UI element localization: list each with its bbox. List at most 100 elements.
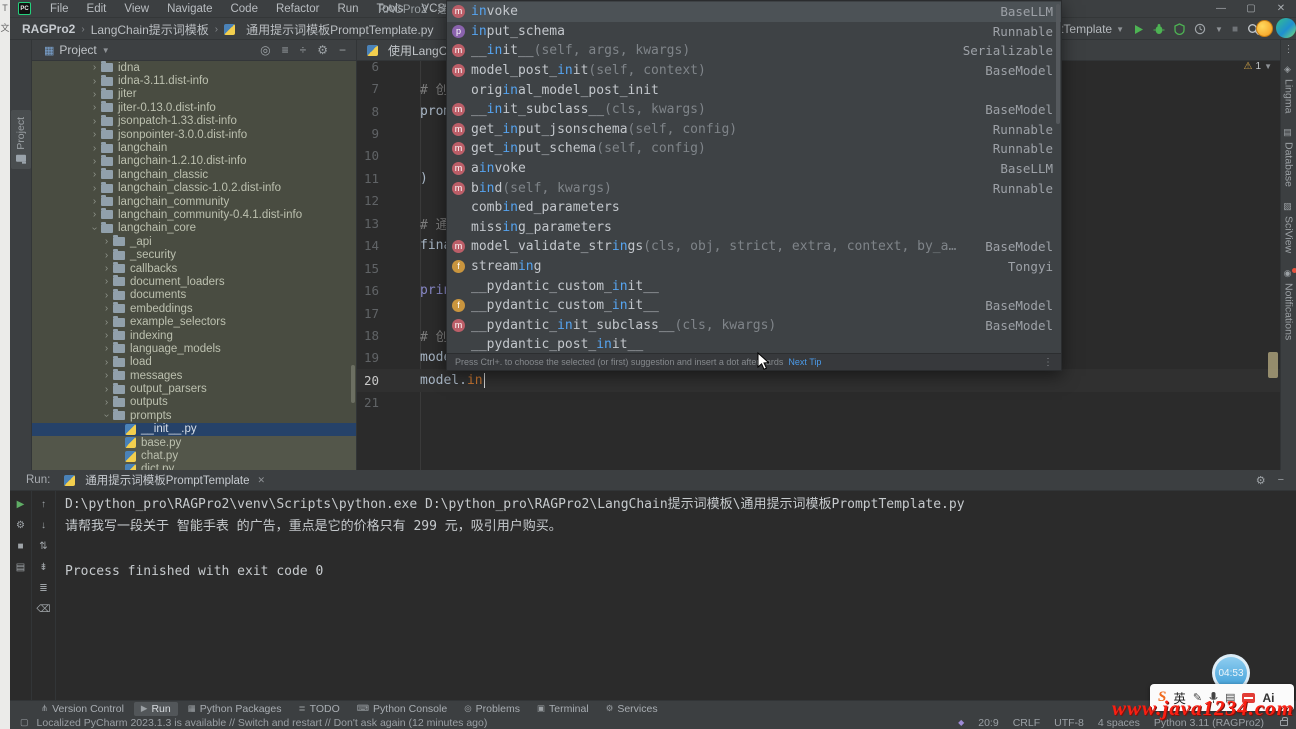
menu-refactor[interactable]: Refactor [267, 3, 328, 15]
maximize-button[interactable]: ▢ [1236, 0, 1266, 18]
tree-item-prompts[interactable]: ›prompts [32, 409, 356, 422]
tree-item-langchain_community-0.4.1.dist-info[interactable]: ›langchain_community-0.4.1.dist-info [32, 208, 356, 221]
toolwindow-button-version-control[interactable]: ⋔Version Control [34, 702, 131, 716]
tree-item-load[interactable]: ›load [32, 356, 356, 369]
settings-icon[interactable]: ⚙ [317, 40, 328, 61]
completion-item-ainvoke[interactable]: mainvokeBaseLLM [447, 159, 1061, 179]
up-stack-trace-icon[interactable]: ↑ [41, 499, 46, 510]
status-message[interactable]: Localized PyCharm 2023.1.3 is available … [37, 717, 488, 729]
tree-chevron-icon[interactable]: › [89, 222, 100, 235]
next-tip-link[interactable]: Next Tip [788, 357, 821, 367]
toolwindow-button-problems[interactable]: ◎Problems [457, 702, 527, 716]
rerun-icon[interactable]: ▶ [17, 499, 25, 510]
tree-item-indexing[interactable]: ›indexing [32, 329, 356, 342]
hide-panel-icon[interactable]: − [1278, 474, 1284, 487]
more-options-icon[interactable]: ⋮ [1043, 357, 1053, 368]
tree-item-langchain_community[interactable]: ›langchain_community [32, 195, 356, 208]
locate-file-icon[interactable]: ◎ [260, 40, 270, 61]
tree-chevron-icon[interactable]: › [88, 143, 101, 154]
completion-item-missing_parameters[interactable]: missing_parameters [447, 218, 1061, 238]
line-separator[interactable]: CRLF [1013, 717, 1040, 729]
tree-chevron-icon[interactable]: › [88, 196, 101, 207]
tree-chevron-icon[interactable]: › [88, 116, 101, 127]
tree-chevron-icon[interactable]: › [100, 370, 113, 381]
tree-item-jiter-0.13.0.dist-info[interactable]: ›jiter-0.13.0.dist-info [32, 101, 356, 114]
tree-item-_security[interactable]: ›_security [32, 248, 356, 261]
tree-item-documents[interactable]: ›documents [32, 289, 356, 302]
run-button[interactable] [1133, 24, 1144, 35]
menu-run[interactable]: Run [328, 3, 367, 15]
completion-item-get_input_schema[interactable]: mget_input_schema(self, config)Runnable [447, 139, 1061, 159]
stripe-tab-project[interactable]: Project [11, 110, 31, 169]
dump-threads-icon[interactable]: ▤ [16, 562, 25, 573]
tree-chevron-icon[interactable]: › [88, 156, 101, 167]
print-icon[interactable]: ≣ [39, 583, 47, 594]
completion-item-__pydantic_init_subclass__[interactable]: m__pydantic_init_subclass__(cls, kwargs)… [447, 316, 1061, 336]
run-console-output[interactable]: D:\python_pro\RAGPro2\venv\Scripts\pytho… [65, 494, 1280, 698]
popup-scrollbar[interactable] [1056, 4, 1060, 124]
tree-chevron-icon[interactable]: › [88, 169, 101, 180]
tree-item-outputs[interactable]: ›outputs [32, 396, 356, 409]
floating-app-icon-teal[interactable] [1276, 18, 1296, 38]
tree-item-callbacks[interactable]: ›callbacks [32, 262, 356, 275]
breadcrumb-item[interactable]: 通用提示词模板PromptTemplate.py [246, 21, 433, 38]
tree-item-document_loaders[interactable]: ›document_loaders [32, 275, 356, 288]
tree-item-jsonpointer-3.0.0.dist-info[interactable]: ›jsonpointer-3.0.0.dist-info [32, 128, 356, 141]
breadcrumb-item[interactable]: LangChain提示词模板 [91, 21, 209, 38]
menu-code[interactable]: Code [221, 3, 267, 15]
scroll-to-end-icon[interactable]: ⇟ [39, 562, 47, 573]
tree-item-language_models[interactable]: ›language_models [32, 342, 356, 355]
completion-item-input_schema[interactable]: pinput_schemaRunnable [447, 22, 1061, 42]
toolwindow-button-terminal[interactable]: ▣Terminal [530, 702, 596, 716]
menu-view[interactable]: View [115, 3, 158, 15]
tree-item-messages[interactable]: ›messages [32, 369, 356, 382]
editor-line-21[interactable]: 21 [357, 392, 1280, 414]
close-button[interactable]: ✕ [1266, 0, 1296, 18]
minimize-button[interactable]: — [1206, 0, 1236, 18]
chevron-down-icon[interactable]: ▼ [102, 46, 110, 55]
tree-chevron-icon[interactable]: › [88, 183, 101, 194]
edit-configuration-icon[interactable]: ⚙ [16, 520, 25, 531]
completion-item-combined_parameters[interactable]: combined_parameters [447, 198, 1061, 218]
tree-item-__init__.py[interactable]: __init__.py [32, 423, 356, 436]
completion-item-original_model_post_init[interactable]: original_model_post_init [447, 80, 1061, 100]
tree-scrollbar[interactable] [351, 365, 355, 403]
tree-chevron-icon[interactable]: › [88, 76, 101, 87]
toolwindow-button-services[interactable]: ⚙Services [599, 702, 665, 716]
tree-chevron-icon[interactable]: › [88, 209, 101, 220]
toolwindow-button-python-packages[interactable]: ▦Python Packages [181, 702, 289, 716]
tree-chevron-icon[interactable]: › [100, 317, 113, 328]
menu-file[interactable]: File [41, 3, 78, 15]
tree-item-langchain_classic-1.0.2.dist-info[interactable]: ›langchain_classic-1.0.2.dist-info [32, 182, 356, 195]
completion-item-__init__[interactable]: m__init__(self, args, kwargs)Serializabl… [447, 41, 1061, 61]
completion-item-streaming[interactable]: fstreamingTongyi [447, 257, 1061, 277]
tree-chevron-icon[interactable]: › [100, 343, 113, 354]
more-options-icon[interactable]: ⋮ [1284, 44, 1294, 55]
tree-chevron-icon[interactable]: › [100, 357, 113, 368]
completion-item-__init_subclass__[interactable]: m__init_subclass__(cls, kwargs)BaseModel [447, 100, 1061, 120]
editor-line-20[interactable]: 20model.in [357, 369, 1280, 391]
completion-item-__pydantic_custom_init__[interactable]: __pydantic_custom_init__ [447, 276, 1061, 296]
soft-wrap-icon[interactable]: ⇅ [39, 541, 47, 552]
toolwindow-button-run[interactable]: ▶Run [134, 702, 178, 716]
completion-item-invoke[interactable]: minvokeBaseLLM [447, 2, 1061, 22]
tree-item-langchain_classic[interactable]: ›langchain_classic [32, 168, 356, 181]
tree-chevron-icon[interactable]: › [100, 290, 113, 301]
tree-item-idna-3.11.dist-info[interactable]: ›idna-3.11.dist-info [32, 74, 356, 87]
toolwindow-button-python-console[interactable]: ⌨Python Console [350, 702, 454, 716]
collapse-all-icon[interactable]: ÷ [300, 40, 307, 61]
tree-chevron-icon[interactable]: › [100, 330, 113, 341]
tree-item-embeddings[interactable]: ›embeddings [32, 302, 356, 315]
tree-item-base.py[interactable]: base.py [32, 436, 356, 449]
encoding[interactable]: UTF-8 [1054, 717, 1084, 729]
tree-item-dict.py[interactable]: dict.py [32, 463, 356, 470]
tree-chevron-icon[interactable]: › [100, 303, 113, 314]
clear-all-icon[interactable]: ⌫ [36, 604, 50, 615]
tree-item-langchain_core[interactable]: ›langchain_core [32, 222, 356, 235]
tree-item-output_parsers[interactable]: ›output_parsers [32, 382, 356, 395]
tree-chevron-icon[interactable]: › [100, 236, 113, 247]
inspections-widget[interactable]: ⚠ 1 ▼ [1244, 61, 1272, 72]
completion-item-get_input_jsonschema[interactable]: mget_input_jsonschema(self, config)Runna… [447, 120, 1061, 140]
breadcrumb-item[interactable]: RAGPro2 [22, 22, 75, 36]
toolwindow-button-todo[interactable]: ≣TODO [291, 702, 346, 716]
